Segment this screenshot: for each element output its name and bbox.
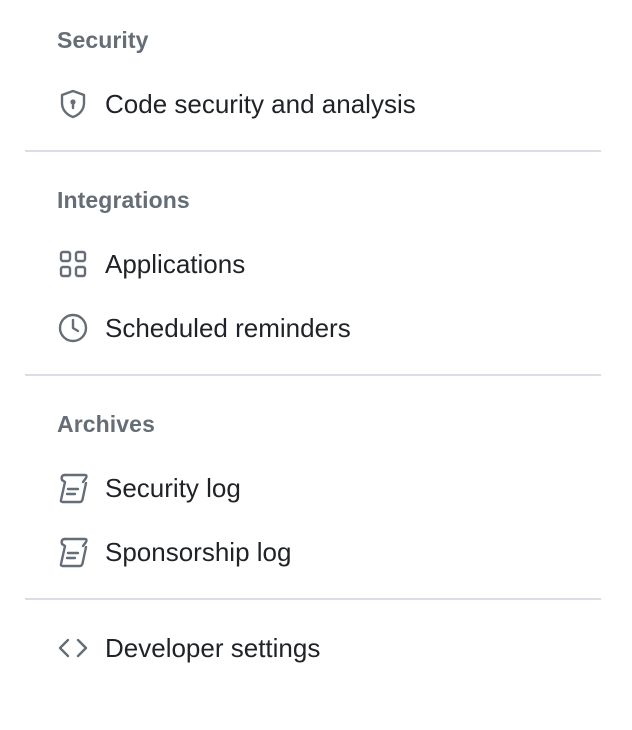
- section-divider: [25, 598, 601, 600]
- nav-item-applications[interactable]: Applications: [25, 238, 601, 290]
- code-icon: [56, 631, 90, 665]
- apps-icon: [56, 247, 90, 281]
- nav-item-label: Applications: [105, 249, 246, 279]
- nav-item-label: Sponsorship log: [105, 537, 292, 567]
- section-divider: [25, 150, 601, 152]
- section-heading-archives: Archives: [57, 411, 155, 437]
- nav-item-scheduled-reminders[interactable]: Scheduled reminders: [25, 302, 601, 354]
- nav-item-sponsorship-log[interactable]: Sponsorship log: [25, 526, 601, 578]
- nav-item-label: Code security and analysis: [105, 89, 416, 119]
- nav-item-label: Scheduled reminders: [105, 313, 351, 343]
- nav-item-developer-settings[interactable]: Developer settings: [25, 622, 601, 674]
- nav-item-code-security-and-analysis[interactable]: Code security and analysis: [25, 78, 601, 130]
- section-heading-security: Security: [57, 27, 149, 53]
- nav-item-security-log[interactable]: Security log: [25, 462, 601, 514]
- settings-sidebar-nav: Security Code security and analysis Inte…: [0, 0, 632, 730]
- nav-item-label: Security log: [105, 473, 241, 503]
- log-icon: [56, 471, 90, 505]
- section-heading-integrations: Integrations: [57, 187, 190, 213]
- shield-lock-icon: [56, 87, 90, 121]
- section-divider: [25, 374, 601, 376]
- nav-item-label: Developer settings: [105, 633, 321, 663]
- clock-icon: [56, 311, 90, 345]
- log-icon: [56, 535, 90, 569]
